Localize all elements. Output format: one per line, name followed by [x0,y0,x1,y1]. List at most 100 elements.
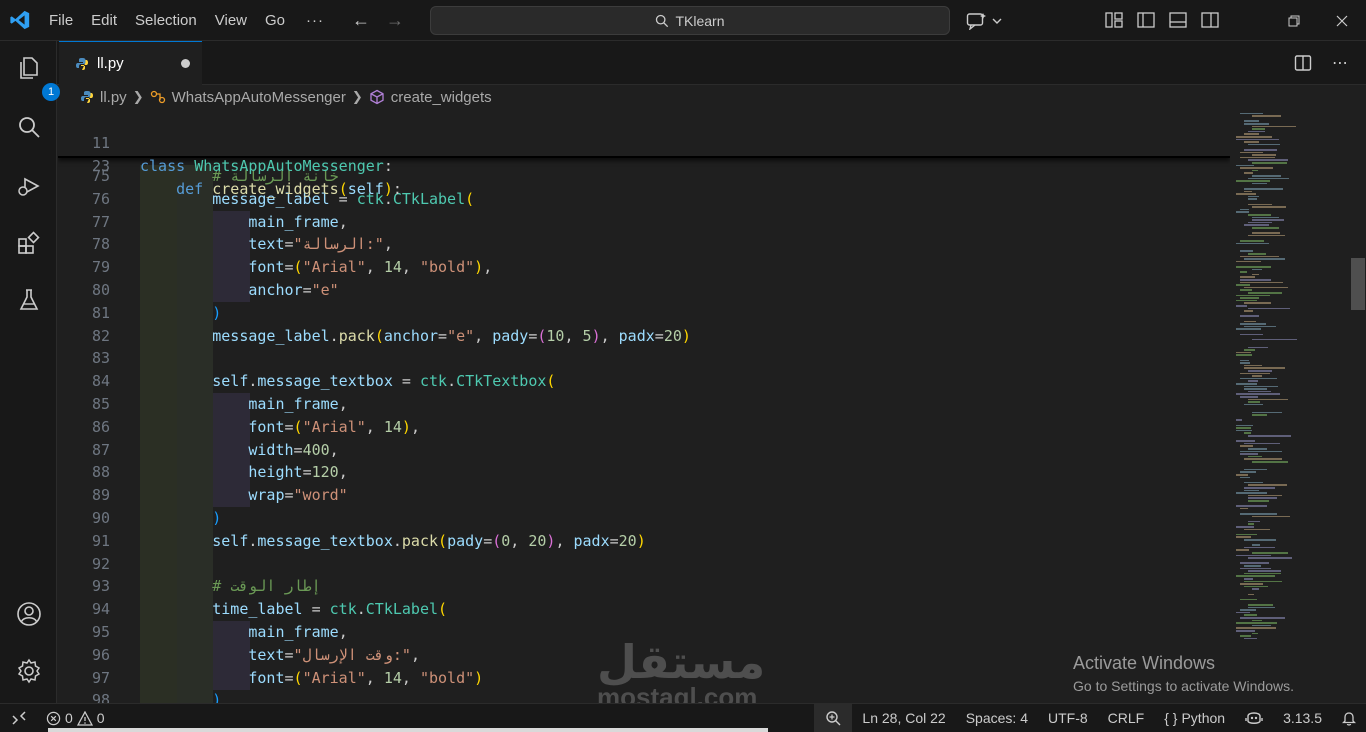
menu-more-button[interactable]: ··· [294,12,336,29]
minimap-line [1240,635,1251,637]
code-line[interactable]: 88 height=120, [58,461,1230,485]
minimap-line [1252,268,1262,271]
minimap-line [1236,533,1257,536]
search-view-button[interactable] [14,112,44,142]
vertical-scrollbar[interactable] [1350,108,1366,703]
minimap-line [1244,614,1257,616]
code-line[interactable]: 86 font=("Arial", 14), [58,415,1230,439]
customize-layout-icon[interactable] [1104,10,1124,30]
accounts-button[interactable] [14,599,44,629]
minimap-line [1252,624,1271,627]
breadcrumb-file[interactable]: ll.py [100,89,127,106]
forward-arrow-icon[interactable]: → [386,10,404,31]
code-line[interactable]: 93 # إطار الوقت [58,575,1230,599]
back-arrow-icon[interactable]: ← [352,10,370,31]
code-text: class WhatsAppAutoMessenger: [140,157,393,175]
minimap-line [1240,453,1258,455]
minimap-line [1236,627,1276,629]
command-center-search[interactable]: TKlearn [430,6,950,35]
copilot-status[interactable] [1235,710,1273,726]
code-line[interactable]: 77 main_frame, [58,210,1230,234]
restore-window-button[interactable] [1270,0,1318,41]
toggle-primary-sidebar-icon[interactable] [1136,10,1156,30]
code-line[interactable]: 81 ) [58,301,1230,325]
line-number: 89 [91,486,110,505]
code-line[interactable]: 91 self.message_textbox.pack(pady=(0, 20… [58,529,1230,553]
minimap-line [1236,492,1267,494]
extensions-button[interactable] [14,228,44,258]
python-interpreter[interactable]: 3.13.5 [1273,710,1332,726]
copilot-chat-button[interactable] [966,10,1006,32]
code-text: def create_widgets(self): [176,180,402,198]
toggle-secondary-sidebar-icon[interactable] [1200,10,1220,30]
menu-bar: File Edit Selection View Go ··· [40,0,336,41]
menu-file[interactable]: File [40,0,82,41]
minimap-line [1248,484,1287,486]
minimap-line [1236,284,1250,286]
minimap[interactable] [1232,108,1352,703]
minimap-line [1240,250,1253,252]
window-controls [1270,0,1366,41]
menu-edit[interactable]: Edit [82,0,126,41]
code-text: wrap="word" [248,486,348,505]
code-editor[interactable]: 11 class WhatsAppAutoMessenger: 23 def c… [58,108,1230,703]
files-icon [20,57,38,79]
code-text: main_frame, [248,623,348,641]
minimap-line [1236,505,1267,507]
code-line[interactable]: 79 font=("Arial", 14, "bold"), [58,256,1230,280]
sticky-line-11[interactable]: 11 class WhatsAppAutoMessenger: [58,109,1230,175]
sticky-scroll[interactable]: 11 class WhatsAppAutoMessenger: 23 def c… [58,108,1230,198]
minimap-line [1240,289,1252,291]
unsaved-dot-icon[interactable] [181,59,190,68]
code-line[interactable]: 84 self.message_textbox = ctk.CTkTextbox… [58,370,1230,394]
more-actions-icon[interactable]: ⋯ [1332,53,1348,73]
code-text: height=120, [248,463,348,482]
remote-indicator[interactable] [0,704,38,732]
manage-button[interactable] [14,656,44,686]
code-line[interactable]: 92 [58,552,1230,576]
code-line[interactable]: 78 text="الرسالة:", [58,233,1230,257]
line-ending[interactable]: CRLF [1098,710,1155,726]
language-mode[interactable]: { } Python [1154,710,1235,726]
minimap-line [1244,325,1276,328]
explorer-button[interactable]: 1 [14,53,60,101]
menu-go[interactable]: Go [256,0,294,41]
zoom-button[interactable] [814,704,853,732]
bell-icon [1342,711,1356,726]
code-line[interactable]: 83 [58,347,1230,371]
code-line[interactable]: 94 time_label = ctk.CTkLabel( [58,598,1230,622]
minimap-line [1248,214,1271,216]
minimap-line [1240,471,1256,473]
cursor-position[interactable]: Ln 28, Col 22 [852,710,955,726]
tab-ll-py[interactable]: ll.py [59,41,202,85]
code-line[interactable]: 89 wrap="word" [58,484,1230,508]
minimap-line [1248,523,1254,525]
testing-button[interactable] [14,285,44,315]
encoding[interactable]: UTF-8 [1038,710,1098,726]
minimap-line [1252,411,1282,414]
indentation[interactable]: Spaces: 4 [956,710,1038,726]
code-line[interactable]: 85 main_frame, [58,393,1230,416]
minimap-line [1240,609,1256,611]
breadcrumb-class[interactable]: WhatsAppAutoMessenger [172,89,346,106]
code-line[interactable]: 87 width=400, [58,438,1230,462]
menu-view[interactable]: View [206,0,256,41]
run-debug-button[interactable] [14,171,44,201]
close-window-button[interactable] [1318,0,1366,41]
warning-count: 0 [96,710,105,726]
minimap-line [1248,195,1259,198]
code-line[interactable]: 80 anchor="e" [58,279,1230,302]
menu-selection[interactable]: Selection [126,0,206,41]
code-line[interactable]: 90 ) [58,507,1230,530]
minimap-line [1244,458,1282,460]
breadcrumb-method[interactable]: create_widgets [391,89,492,106]
activate-windows-notice: Activate Windows Go to Settings to activ… [1073,653,1294,694]
problems-indicator[interactable]: 0 0 [46,710,105,726]
code-line[interactable]: 82 message_label.pack(anchor="e", pady=(… [58,324,1230,348]
split-editor-icon[interactable] [1294,54,1312,72]
toggle-panel-icon[interactable] [1168,10,1188,30]
minimap-line [1236,211,1249,213]
sticky-line-23[interactable]: 23 def create_widgets(self): [58,132,1230,198]
scroll-thumb[interactable] [1351,258,1365,310]
notifications-button[interactable] [1332,711,1366,726]
